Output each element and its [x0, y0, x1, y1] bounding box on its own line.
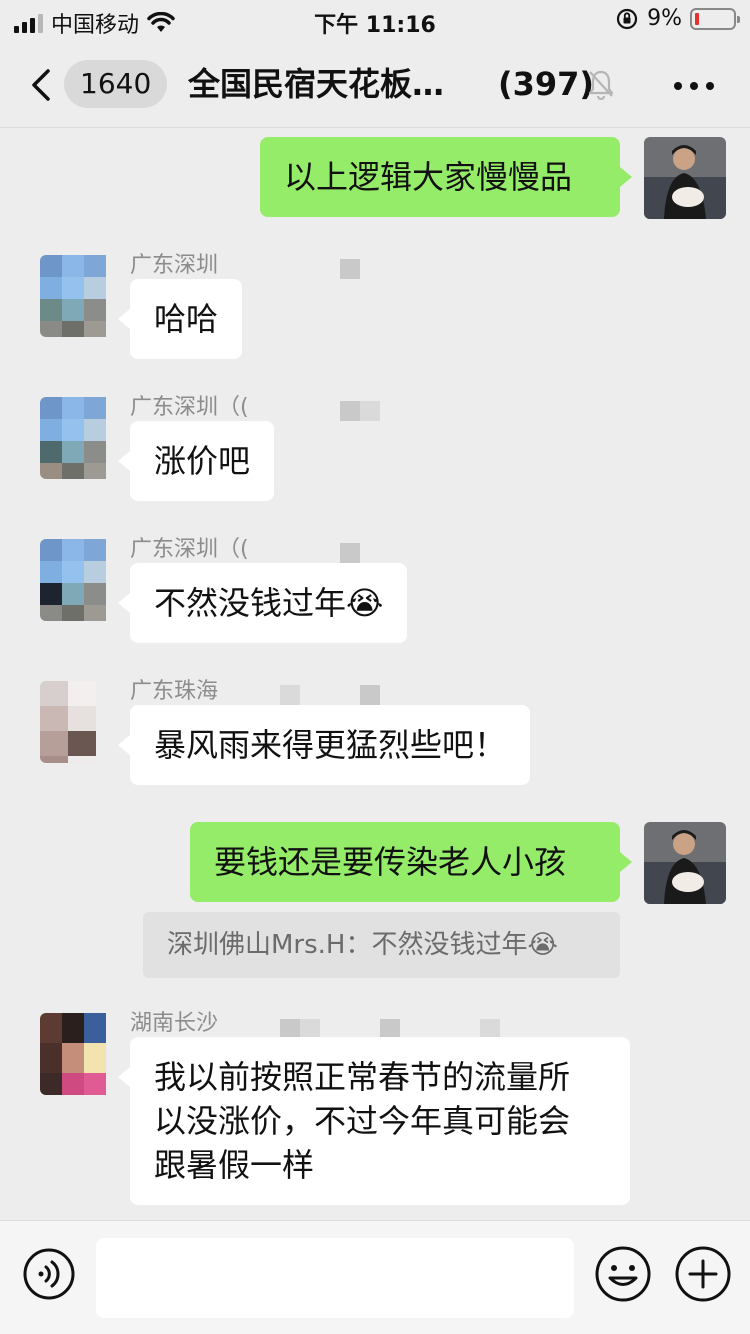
message-text: 不然没钱过年	[154, 584, 347, 622]
sender-name: 广东深圳（(	[130, 395, 249, 420]
redaction-block	[480, 1019, 500, 1039]
quoted-message[interactable]: 深圳佛山Mrs.H：不然没钱过年😭	[143, 912, 620, 978]
incoming-bubble[interactable]: 涨价吧	[117, 421, 275, 501]
redaction-block	[300, 1019, 320, 1039]
sender-name: 广东深圳（(	[130, 537, 249, 562]
incoming-bubble[interactable]: 我以前按照正常春节的流量所 以没涨价，不过今年真可能会 跟暑假一样	[118, 1037, 630, 1205]
chat-title[interactable]: 全国民宿天花板…	[188, 62, 478, 106]
more-dots-icon[interactable]	[674, 82, 714, 90]
back-chevron-icon[interactable]	[28, 68, 52, 102]
my-avatar[interactable]	[644, 822, 726, 904]
status-right: 9%	[615, 6, 740, 31]
sender-name: 广东深圳	[130, 253, 219, 278]
message-input[interactable]	[96, 1238, 574, 1318]
redaction-block	[340, 543, 360, 563]
incoming-bubble[interactable]: 暴风雨来得更猛烈些吧！	[117, 705, 531, 785]
sender-name: 广东珠海	[130, 679, 219, 704]
status-bar: 中国移动 下午 11:16 9%	[0, 0, 750, 40]
sender-avatar[interactable]	[40, 255, 122, 337]
sender-avatar[interactable]	[40, 681, 122, 763]
redaction-block	[360, 401, 380, 421]
incoming-bubble[interactable]: 不然没钱过年😭	[117, 563, 408, 643]
redaction-block	[280, 1019, 300, 1039]
battery-icon	[690, 7, 740, 30]
crying-face-emoji: 😭	[527, 930, 558, 960]
outgoing-bubble[interactable]: 要钱还是要传染老人小孩	[190, 822, 632, 902]
plus-icon[interactable]	[674, 1245, 732, 1303]
redaction-block	[340, 401, 360, 421]
voice-icon[interactable]	[22, 1247, 76, 1301]
input-bar	[0, 1220, 750, 1334]
chat-header: 1640 全国民宿天花板… (397)	[0, 40, 750, 128]
my-avatar[interactable]	[644, 137, 726, 219]
emoji-icon[interactable]	[594, 1245, 652, 1303]
quote-text: 深圳佛山Mrs.H：不然没钱过年	[167, 930, 528, 960]
orientation-lock-icon	[616, 8, 638, 29]
redaction-block	[380, 1019, 400, 1039]
sender-avatar[interactable]	[40, 1013, 122, 1095]
sender-avatar[interactable]	[40, 539, 122, 621]
crying-face-emoji: 😭	[346, 584, 384, 622]
redaction-block	[340, 259, 360, 279]
redaction-block	[280, 685, 300, 705]
member-count: (397)	[498, 65, 595, 103]
sender-avatar[interactable]	[40, 397, 122, 479]
message-list[interactable]: 以上逻辑大家慢慢品 广东深圳 哈哈 广东深圳（(涨价吧 广东深圳（(不然没钱…	[0, 129, 750, 1220]
unread-count-badge[interactable]: 1640	[64, 60, 168, 108]
bell-muted-icon	[588, 70, 614, 100]
incoming-bubble[interactable]: 哈哈	[117, 279, 243, 359]
battery-percent: 9%	[647, 6, 682, 31]
outgoing-bubble[interactable]: 以上逻辑大家慢慢品	[260, 137, 632, 217]
sender-name: 湖南长沙	[130, 1011, 219, 1036]
redaction-block	[360, 685, 380, 705]
